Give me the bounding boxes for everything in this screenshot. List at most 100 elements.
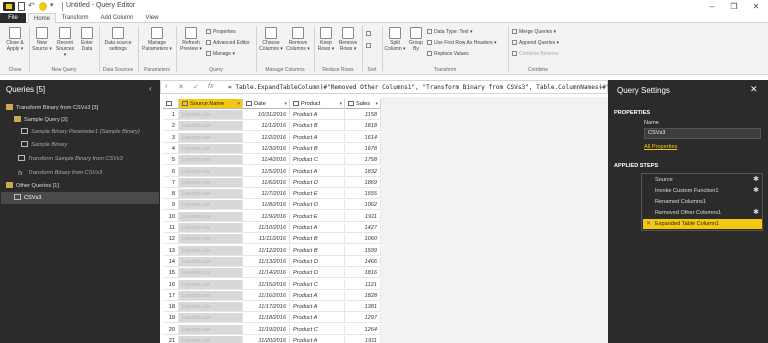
manage-button[interactable]: Manage ▾ — [206, 51, 235, 58]
table-cell[interactable]: 1121 — [345, 279, 381, 290]
gear-icon[interactable]: ✱ — [753, 186, 759, 196]
tab-home[interactable]: Home — [28, 13, 56, 23]
table-cell[interactable]: 1427 — [345, 223, 381, 233]
query-group-other[interactable]: Other Queries [1] — [6, 181, 59, 191]
row-number[interactable]: 1 — [163, 110, 179, 120]
query-item-sample-binary-parameter[interactable]: Sample Binary Parameter1 (Sample Binary) — [21, 127, 140, 137]
table-cell[interactable]: Product A — [290, 290, 345, 301]
table-cell[interactable]: Product C — [290, 324, 345, 335]
table-cell[interactable]: London.csv — [179, 302, 243, 313]
query-name-input[interactable]: CSVs3 — [644, 128, 761, 139]
applied-step-expanded-table-column[interactable]: ✕ Expanded Table Column1 — [643, 219, 762, 229]
properties-button[interactable]: Properties — [206, 29, 236, 36]
remove-columns-button[interactable]: Remove Columns ▾ — [285, 27, 311, 52]
column-header-sales[interactable]: Sales ▾ — [345, 99, 381, 109]
row-number[interactable]: 14 — [163, 256, 179, 267]
table-cell[interactable]: London.csv — [179, 324, 243, 335]
table-cell[interactable]: London.csv — [179, 245, 243, 256]
table-cell[interactable]: Product E — [290, 211, 345, 222]
row-number[interactable]: 8 — [163, 189, 179, 200]
minimize-button[interactable]: – — [701, 1, 723, 12]
table-cell[interactable]: Product D — [290, 268, 345, 279]
close-window-button[interactable]: ✕ — [745, 1, 767, 12]
row-number[interactable]: 9 — [163, 200, 179, 211]
table-cell[interactable]: 11/11/2016 — [243, 234, 290, 245]
filter-dropdown-icon[interactable]: ▾ — [339, 99, 342, 109]
table-cell[interactable]: 11/6/2016 — [243, 177, 290, 188]
table-cell[interactable]: 11/4/2016 — [243, 155, 290, 166]
table-cell[interactable]: London.csv — [179, 223, 243, 233]
table-cell[interactable]: London.csv — [179, 132, 243, 143]
row-number[interactable]: 18 — [163, 302, 179, 313]
recent-sources-button[interactable]: Recent Sources ▾ — [54, 27, 76, 58]
expand-formula-icon[interactable]: ⌄ — [598, 82, 604, 90]
row-number[interactable]: 16 — [163, 279, 179, 290]
applied-step-source[interactable]: Source ✱ — [643, 175, 762, 185]
tab-file[interactable]: File — [0, 13, 26, 23]
keep-rows-button[interactable]: Keep Rows ▾ — [316, 27, 336, 52]
save-icon[interactable] — [18, 2, 25, 11]
table-cell[interactable]: Product A — [290, 302, 345, 313]
row-number[interactable]: 11 — [163, 223, 179, 233]
table-cell[interactable]: Product B — [290, 121, 345, 132]
enter-data-button[interactable]: Enter Data — [77, 27, 97, 52]
table-cell[interactable]: 1555 — [345, 189, 381, 200]
table-cell[interactable]: London.csv — [179, 155, 243, 166]
row-number[interactable]: 2 — [163, 121, 179, 132]
table-cell[interactable]: Product D — [290, 256, 345, 267]
table-cell[interactable]: 11/18/2016 — [243, 313, 290, 324]
table-cell[interactable]: 1062 — [345, 200, 381, 211]
query-group-sample[interactable]: Sample Query [2] — [14, 115, 68, 125]
table-cell[interactable]: London.csv — [179, 166, 243, 177]
data-type-dropdown[interactable]: Data Type: Text ▾ — [427, 29, 472, 36]
cancel-formula-icon[interactable]: ✕ — [178, 83, 184, 91]
filter-dropdown-icon[interactable]: ▾ — [375, 99, 378, 109]
table-cell[interactable]: 11/20/2016 — [243, 336, 290, 343]
query-item-sample-binary[interactable]: Sample Binary — [21, 140, 67, 150]
table-cell[interactable]: Product B — [290, 143, 345, 154]
table-cell[interactable]: London.csv — [179, 290, 243, 301]
table-cell[interactable]: London.csv — [179, 177, 243, 188]
table-cell[interactable]: 1599 — [345, 245, 381, 256]
table-cell[interactable]: Product A — [290, 132, 345, 143]
advanced-editor-button[interactable]: Advanced Editor — [206, 40, 250, 47]
tab-transform[interactable]: Transform — [58, 13, 92, 23]
remove-rows-button[interactable]: Remove Rows ▾ — [337, 27, 359, 52]
feedback-smiley-icon[interactable] — [39, 2, 47, 11]
column-type-icon[interactable] — [182, 101, 188, 106]
row-number[interactable]: 12 — [163, 234, 179, 245]
quick-access-dropdown-icon[interactable]: ▾ — [50, 2, 58, 11]
table-cell[interactable]: London.csv — [179, 336, 243, 343]
applied-step-renamed-columns[interactable]: Renamed Columns1 — [643, 197, 762, 207]
row-number[interactable]: 20 — [163, 324, 179, 335]
table-cell[interactable]: Product C — [290, 279, 345, 290]
query-item-transform-function[interactable]: fx Transform Binary from CSVs3 — [18, 168, 102, 178]
table-cell[interactable]: 1466 — [345, 256, 381, 267]
table-cell[interactable]: 1614 — [345, 132, 381, 143]
table-cell[interactable]: London.csv — [179, 313, 243, 324]
table-menu-icon[interactable] — [166, 101, 172, 106]
table-cell[interactable]: 11/13/2016 — [243, 256, 290, 267]
table-cell[interactable]: 11/14/2016 — [243, 268, 290, 279]
table-cell[interactable]: London.csv — [179, 200, 243, 211]
table-cell[interactable]: 1381 — [345, 302, 381, 313]
filter-dropdown-icon[interactable]: ▾ — [284, 99, 287, 109]
table-cell[interactable]: 1832 — [345, 166, 381, 177]
merge-queries-button[interactable]: Merge Queries ▾ — [512, 29, 556, 36]
sort-ascending-button[interactable] — [366, 31, 373, 38]
combine-binaries-button[interactable]: Combine Binaries — [512, 51, 558, 58]
table-cell[interactable]: 11/8/2016 — [243, 200, 290, 211]
table-cell[interactable]: Product A — [290, 110, 345, 120]
undo-icon[interactable]: ↶ — [28, 2, 36, 11]
commit-formula-icon[interactable]: ✓ — [193, 83, 199, 91]
group-by-button[interactable]: Group By — [407, 27, 425, 52]
applied-step-removed-other-columns[interactable]: Removed Other Columns1 ✱ — [643, 208, 762, 218]
table-cell[interactable]: 11/5/2016 — [243, 166, 290, 177]
table-cell[interactable]: Product A — [290, 223, 345, 233]
table-cell[interactable]: Product C — [290, 155, 345, 166]
table-cell[interactable]: Product D — [290, 200, 345, 211]
column-header-date[interactable]: Date ▾ — [243, 99, 290, 109]
filter-dropdown-icon[interactable]: ▾ — [237, 99, 240, 109]
refresh-preview-button[interactable]: Refresh Preview ▾ — [178, 27, 204, 52]
row-number[interactable]: 21 — [163, 336, 179, 343]
